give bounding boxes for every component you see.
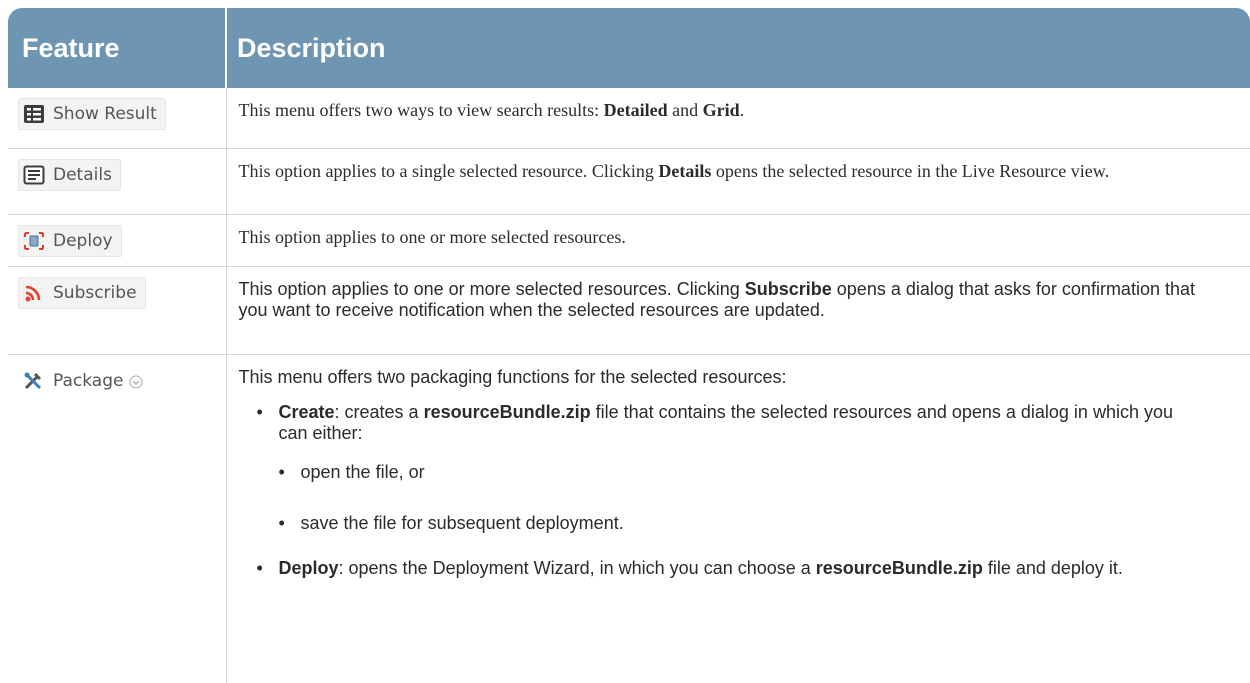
description-cell: This option applies to one or more selec… — [226, 214, 1250, 267]
desc-bold-details: Details — [658, 160, 712, 181]
desc-text: . — [739, 100, 745, 120]
table-row: Package This menu offers two packaging f… — [8, 354, 1250, 683]
list-item: open the file, or — [279, 462, 1201, 483]
desc-text: opens the selected resource in the Live … — [711, 160, 1110, 181]
feature-cell: Details — [8, 148, 227, 215]
package-label: Package — [53, 370, 124, 391]
feature-cell: Deploy — [8, 214, 227, 267]
table-row: Deploy This option applies to one or mor… — [8, 214, 1250, 267]
details-icon — [23, 165, 45, 185]
desc-text: This option applies to a single selected… — [238, 160, 659, 181]
desc-text: This option applies to one or more selec… — [238, 278, 745, 299]
desc-text: and — [667, 100, 703, 120]
chevron-down-icon — [129, 374, 143, 388]
table-header: Feature Description — [8, 8, 1250, 88]
package-function-list: Create: creates a resourceBundle.zip fil… — [239, 402, 1201, 579]
table-row: Details This option applies to a single … — [8, 148, 1250, 215]
description-cell: This menu offers two packaging functions… — [226, 354, 1250, 683]
deploy-button[interactable]: Deploy — [18, 224, 122, 257]
desc-bold-grid: Grid — [702, 100, 740, 120]
feature-cell: Show Result — [8, 88, 227, 149]
deploy-label: Deploy — [53, 230, 113, 251]
list-view-icon — [23, 104, 45, 124]
package-button[interactable]: Package — [18, 364, 153, 397]
feature-cell: Package — [8, 354, 227, 683]
list-item: Create: creates a resourceBundle.zip fil… — [257, 402, 1201, 534]
filename: resourceBundle.zip — [423, 401, 591, 422]
create-options-list: open the file, or save the file for subs… — [279, 462, 1201, 534]
table-row: Show Result This menu offers two ways to… — [8, 88, 1250, 149]
subscribe-button[interactable]: Subscribe — [18, 276, 146, 309]
desc-bold-detailed: Detailed — [603, 100, 668, 120]
deploy-term: Deploy — [278, 557, 339, 578]
filename: resourceBundle.zip — [815, 557, 983, 578]
details-button[interactable]: Details — [18, 158, 121, 191]
description-cell: This menu offers two ways to view search… — [226, 88, 1250, 149]
feature-column-header: Feature — [8, 8, 227, 88]
create-term: Create — [278, 401, 335, 422]
list-item: save the file for subsequent deployment. — [279, 513, 1201, 534]
table-row: Subscribe This option applies to one or … — [8, 266, 1250, 355]
deploy-icon — [23, 231, 45, 251]
desc-text: : creates a — [334, 401, 424, 422]
desc-text: : opens the Deployment Wizard, in which … — [338, 557, 816, 578]
list-item: Deploy: opens the Deployment Wizard, in … — [257, 558, 1201, 579]
feature-cell: Subscribe — [8, 266, 227, 355]
desc-text: file and deploy it. — [982, 557, 1123, 578]
package-lead: This menu offers two packaging functions… — [238, 366, 787, 387]
desc-bold-subscribe: Subscribe — [744, 278, 832, 299]
show-result-button[interactable]: Show Result — [18, 98, 166, 130]
desc-text: This menu offers two ways to view search… — [238, 100, 604, 120]
tools-icon — [23, 371, 45, 391]
description-cell: This option applies to a single selected… — [226, 148, 1250, 215]
feature-table: Feature Description Show Result This men… — [8, 8, 1250, 683]
subscribe-label: Subscribe — [53, 282, 137, 303]
desc-text: This option applies to one or more selec… — [238, 226, 626, 247]
details-label: Details — [53, 164, 112, 185]
rss-icon — [23, 283, 45, 303]
show-result-label: Show Result — [53, 104, 157, 124]
description-cell: This option applies to one or more selec… — [226, 266, 1250, 355]
description-column-header: Description — [237, 32, 386, 63]
